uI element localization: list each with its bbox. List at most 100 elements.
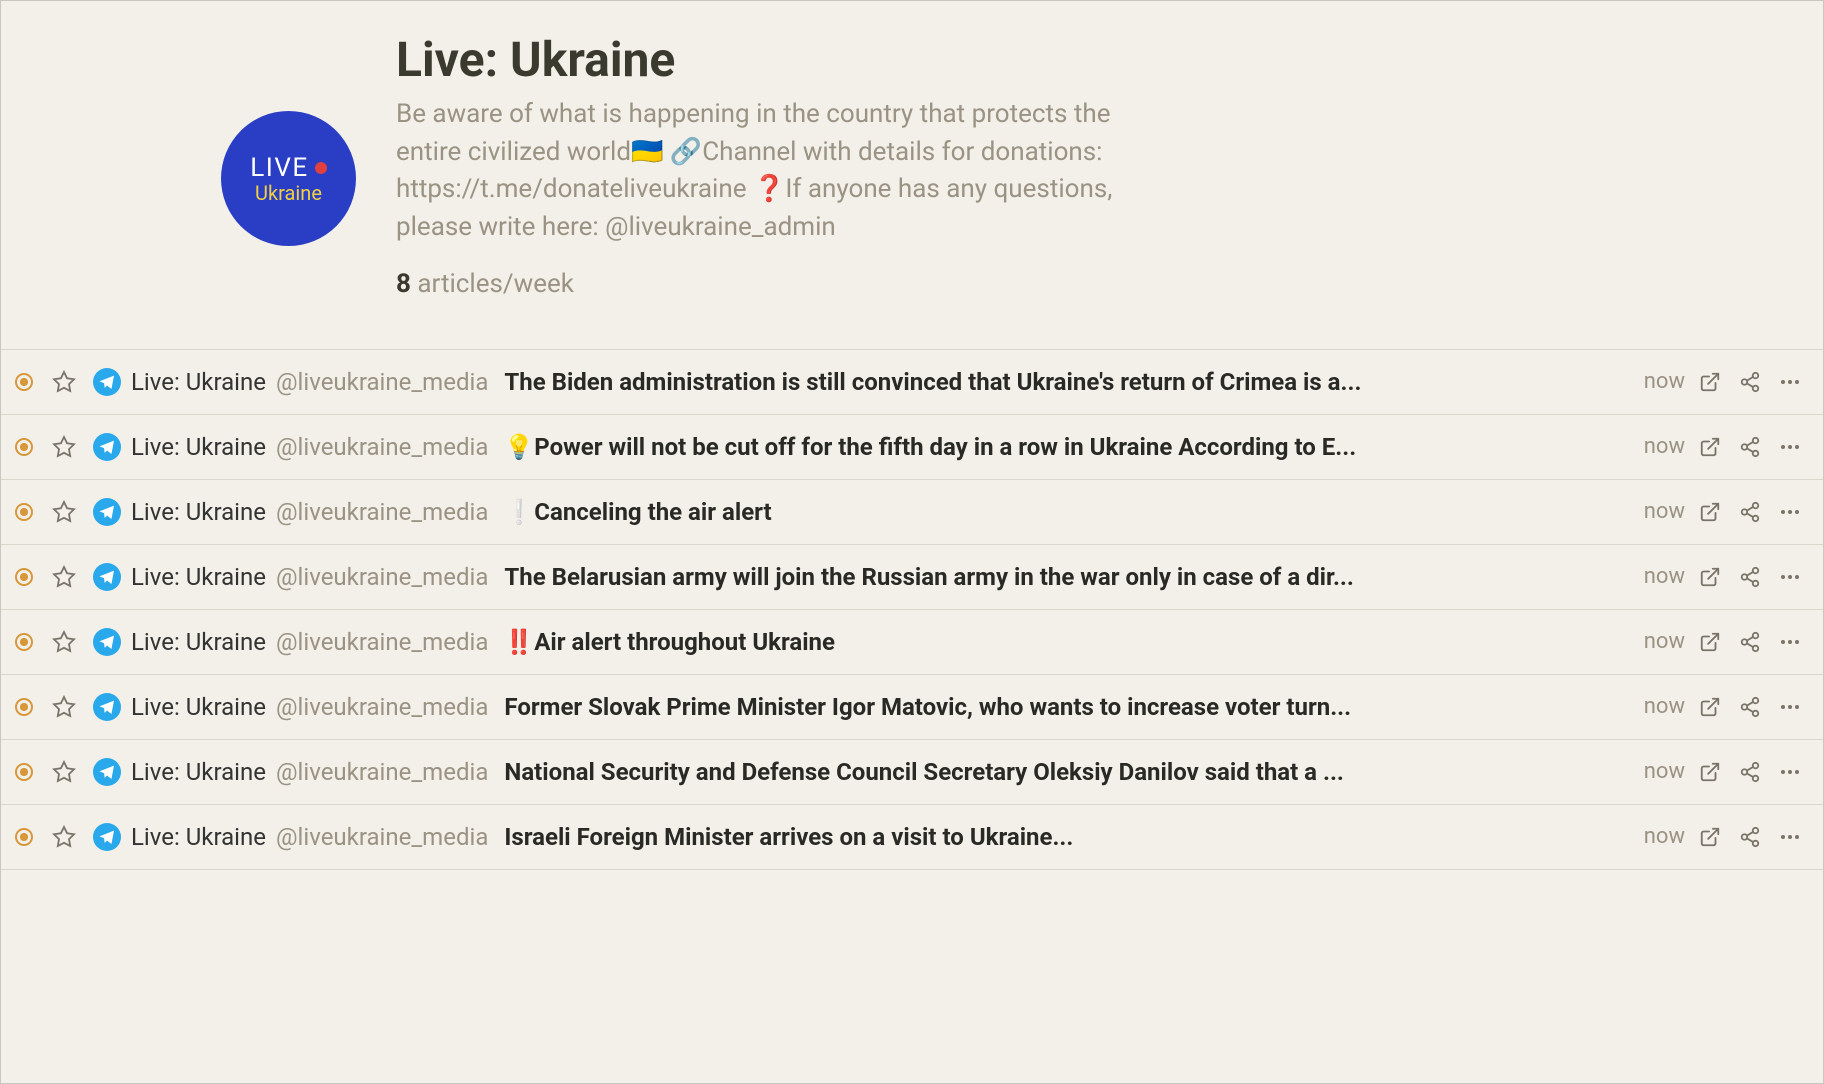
more-horizontal-icon	[1778, 630, 1802, 654]
article-row[interactable]: Live: Ukraine @liveukraine_media The Bel…	[1, 545, 1823, 610]
star-button[interactable]	[49, 370, 79, 394]
unread-indicator-icon[interactable]	[15, 373, 33, 391]
share-icon	[1739, 566, 1761, 588]
source-handle: @liveukraine_media	[276, 693, 488, 721]
source-name: Live: Ukraine	[131, 498, 266, 526]
share-button[interactable]	[1735, 371, 1765, 393]
more-horizontal-icon	[1778, 370, 1802, 394]
more-button[interactable]	[1775, 435, 1805, 459]
unread-indicator-icon[interactable]	[15, 568, 33, 586]
open-external-button[interactable]	[1695, 371, 1725, 393]
article-time: now	[1644, 369, 1685, 394]
source-handle: @liveukraine_media	[276, 823, 488, 851]
article-row[interactable]: Live: Ukraine @liveukraine_media Former …	[1, 675, 1823, 740]
article-headline[interactable]: The Biden administration is still convin…	[504, 368, 1623, 396]
channel-title: Live: Ukraine	[396, 31, 1116, 88]
more-button[interactable]	[1775, 825, 1805, 849]
unread-indicator-icon[interactable]	[15, 438, 33, 456]
article-time: now	[1644, 694, 1685, 719]
open-external-button[interactable]	[1695, 436, 1725, 458]
article-headline[interactable]: Israeli Foreign Minister arrives on a vi…	[504, 823, 1623, 851]
star-icon	[52, 565, 76, 589]
external-link-icon	[1699, 826, 1721, 848]
source-handle: @liveukraine_media	[276, 628, 488, 656]
unread-indicator-icon[interactable]	[15, 763, 33, 781]
stat-label: articles/week	[417, 269, 574, 299]
star-icon	[52, 825, 76, 849]
source-handle: @liveukraine_media	[276, 498, 488, 526]
source-name: Live: Ukraine	[131, 433, 266, 461]
more-button[interactable]	[1775, 630, 1805, 654]
external-link-icon	[1699, 696, 1721, 718]
more-horizontal-icon	[1778, 500, 1802, 524]
telegram-icon	[93, 563, 121, 591]
external-link-icon	[1699, 501, 1721, 523]
share-button[interactable]	[1735, 501, 1765, 523]
open-external-button[interactable]	[1695, 631, 1725, 653]
star-button[interactable]	[49, 565, 79, 589]
more-button[interactable]	[1775, 370, 1805, 394]
article-time: now	[1644, 629, 1685, 654]
star-button[interactable]	[49, 630, 79, 654]
star-button[interactable]	[49, 760, 79, 784]
more-horizontal-icon	[1778, 565, 1802, 589]
share-icon	[1739, 371, 1761, 393]
telegram-icon	[93, 693, 121, 721]
open-external-button[interactable]	[1695, 566, 1725, 588]
more-button[interactable]	[1775, 695, 1805, 719]
external-link-icon	[1699, 436, 1721, 458]
open-external-button[interactable]	[1695, 501, 1725, 523]
share-button[interactable]	[1735, 696, 1765, 718]
external-link-icon	[1699, 631, 1721, 653]
article-row[interactable]: Live: Ukraine @liveukraine_media Nationa…	[1, 740, 1823, 805]
external-link-icon	[1699, 566, 1721, 588]
more-button[interactable]	[1775, 565, 1805, 589]
more-horizontal-icon	[1778, 695, 1802, 719]
share-button[interactable]	[1735, 566, 1765, 588]
open-external-button[interactable]	[1695, 696, 1725, 718]
article-row[interactable]: Live: Ukraine @liveukraine_media ‼️Air a…	[1, 610, 1823, 675]
more-button[interactable]	[1775, 760, 1805, 784]
channel-stats: 8 articles/week	[396, 269, 1116, 299]
article-row[interactable]: Live: Ukraine @liveukraine_media ❕Cancel…	[1, 480, 1823, 545]
stat-count: 8	[396, 269, 411, 299]
article-feed: Live: Ukraine @liveukraine_media The Bid…	[1, 349, 1823, 870]
open-external-button[interactable]	[1695, 826, 1725, 848]
share-button[interactable]	[1735, 761, 1765, 783]
source-handle: @liveukraine_media	[276, 758, 488, 786]
star-icon	[52, 370, 76, 394]
more-horizontal-icon	[1778, 435, 1802, 459]
share-button[interactable]	[1735, 631, 1765, 653]
article-headline[interactable]: The Belarusian army will join the Russia…	[504, 563, 1623, 591]
unread-indicator-icon[interactable]	[15, 503, 33, 521]
article-row[interactable]: Live: Ukraine @liveukraine_media 💡Power …	[1, 415, 1823, 480]
article-headline[interactable]: ‼️Air alert throughout Ukraine	[504, 628, 1623, 656]
source-name: Live: Ukraine	[131, 758, 266, 786]
article-headline[interactable]: ❕Canceling the air alert	[504, 498, 1623, 526]
unread-indicator-icon[interactable]	[15, 828, 33, 846]
source-handle: @liveukraine_media	[276, 563, 488, 591]
avatar-text-2: Ukraine	[255, 181, 322, 205]
article-headline[interactable]: Former Slovak Prime Minister Igor Matovi…	[504, 693, 1623, 721]
unread-indicator-icon[interactable]	[15, 633, 33, 651]
open-external-button[interactable]	[1695, 761, 1725, 783]
telegram-icon	[93, 368, 121, 396]
star-button[interactable]	[49, 435, 79, 459]
star-button[interactable]	[49, 825, 79, 849]
star-button[interactable]	[49, 500, 79, 524]
unread-indicator-icon[interactable]	[15, 698, 33, 716]
article-row[interactable]: Live: Ukraine @liveukraine_media The Bid…	[1, 350, 1823, 415]
share-icon	[1739, 761, 1761, 783]
star-icon	[52, 630, 76, 654]
source-name: Live: Ukraine	[131, 368, 266, 396]
share-button[interactable]	[1735, 826, 1765, 848]
star-button[interactable]	[49, 695, 79, 719]
more-button[interactable]	[1775, 500, 1805, 524]
article-row[interactable]: Live: Ukraine @liveukraine_media Israeli…	[1, 805, 1823, 870]
article-headline[interactable]: National Security and Defense Council Se…	[504, 758, 1623, 786]
share-button[interactable]	[1735, 436, 1765, 458]
telegram-icon	[93, 758, 121, 786]
live-dot-icon	[315, 162, 327, 174]
external-link-icon	[1699, 761, 1721, 783]
article-headline[interactable]: 💡Power will not be cut off for the fifth…	[504, 433, 1623, 461]
